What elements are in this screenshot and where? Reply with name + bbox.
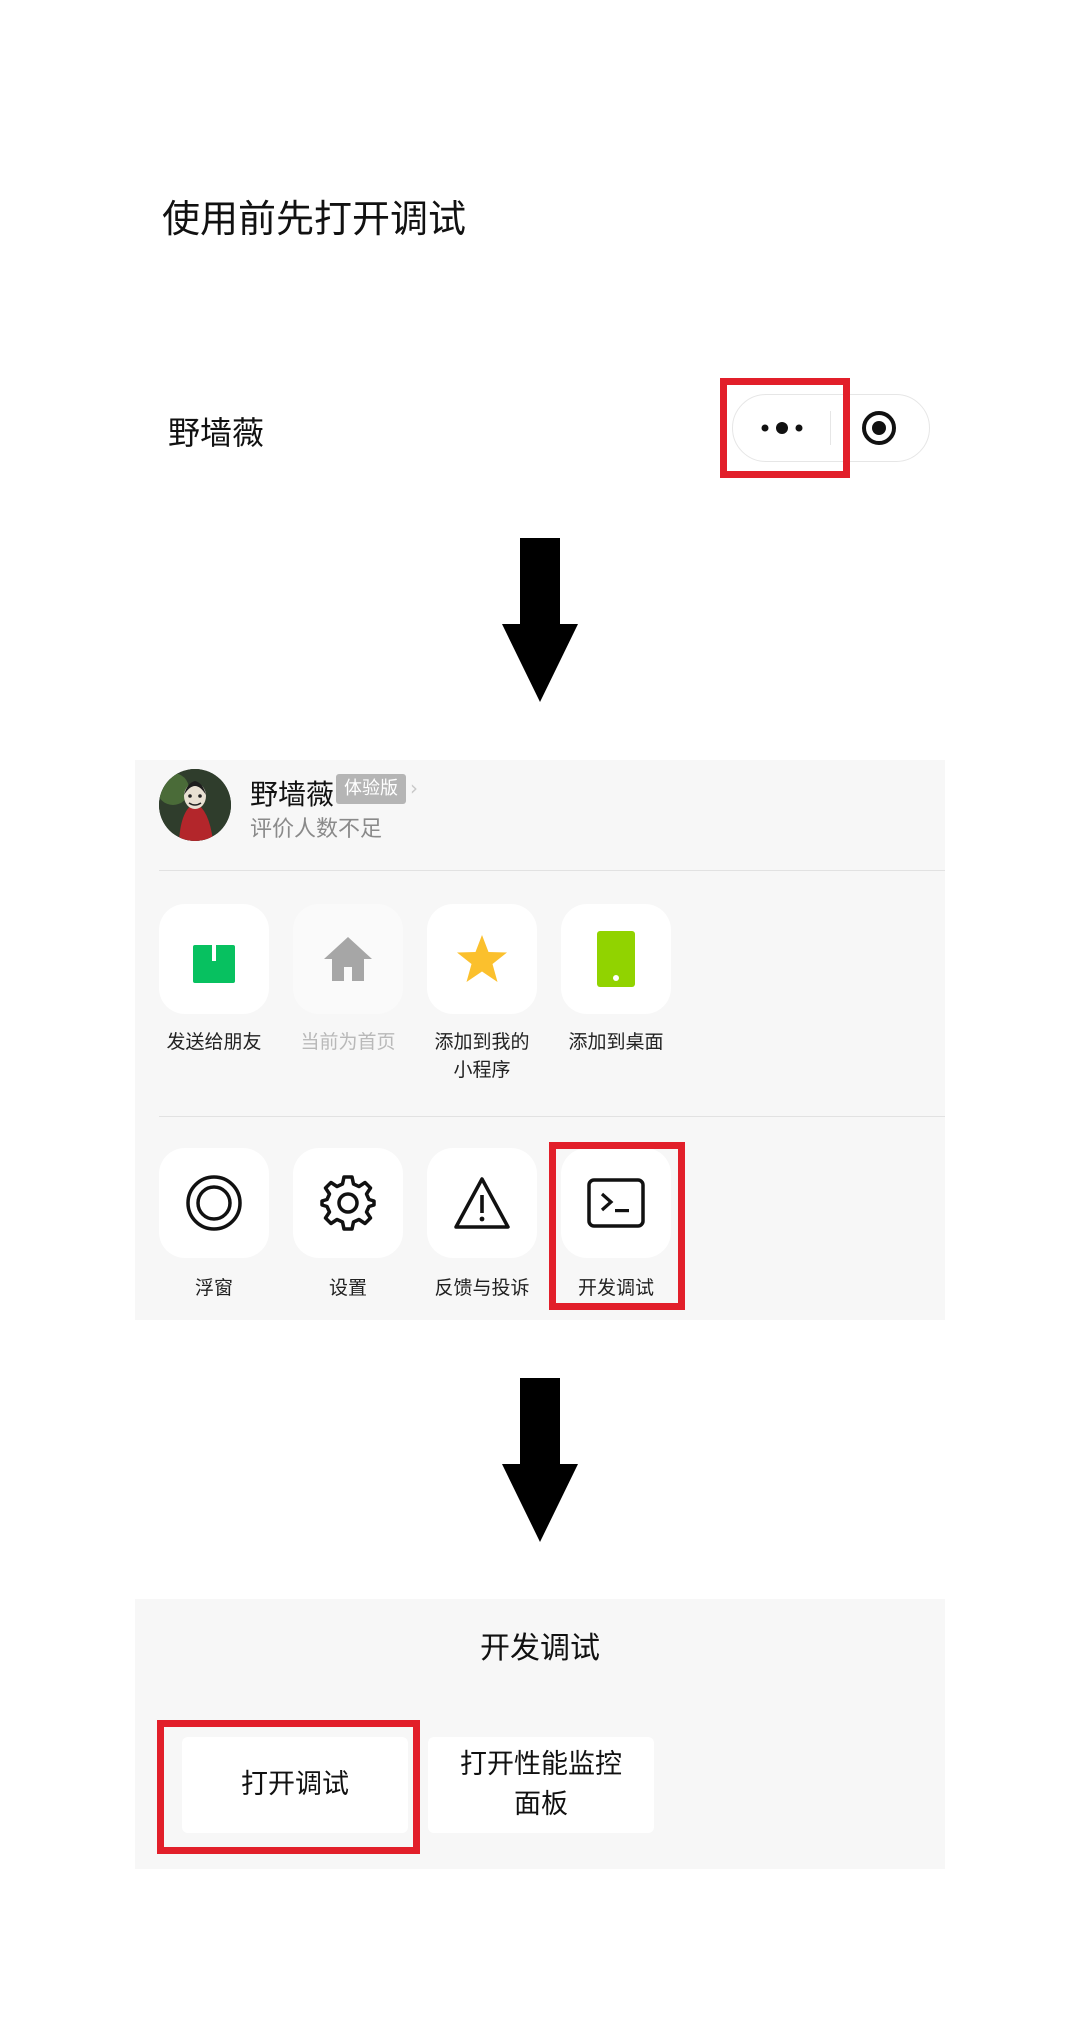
settings-button[interactable]: [293, 1148, 403, 1258]
phone-icon: [597, 931, 635, 987]
app-name: 野墙薇: [168, 414, 265, 452]
home-icon: [324, 937, 372, 981]
down-arrow-icon: [502, 1378, 578, 1542]
mini-program-name[interactable]: 野墙薇: [250, 773, 334, 813]
menu-divider: [159, 870, 945, 871]
instruction-title: 使用前先打开调试: [162, 197, 467, 241]
float-window-icon: [186, 1175, 242, 1231]
rating-text: 评价人数不足: [250, 817, 383, 842]
gear-icon: [320, 1175, 376, 1231]
star-icon: [457, 935, 507, 982]
trial-version-badge: 体验版: [336, 774, 406, 804]
debug-sheet-title: 开发调试: [480, 1631, 600, 1666]
share-icon: [193, 933, 235, 983]
warning-icon: [454, 1177, 510, 1229]
avatar: [159, 769, 231, 841]
down-arrow-icon: [502, 538, 578, 702]
highlight-more-button: [720, 378, 850, 478]
add-to-desktop-label: 添加到桌面: [568, 1031, 664, 1053]
chevron-right-icon[interactable]: ›: [410, 776, 418, 800]
highlight-dev-debug: [549, 1142, 685, 1310]
add-to-desktop-button[interactable]: [561, 904, 671, 1014]
highlight-open-debug: [157, 1720, 420, 1854]
open-performance-monitor-button[interactable]: 打开性能监控 面板: [428, 1737, 654, 1833]
home-button: [293, 904, 403, 1014]
share-to-friend-button[interactable]: [159, 904, 269, 1014]
float-window-button[interactable]: [159, 1148, 269, 1258]
add-to-my-mini-programs-button[interactable]: [427, 904, 537, 1014]
menu-divider: [159, 1116, 945, 1117]
feedback-button[interactable]: [427, 1148, 537, 1258]
